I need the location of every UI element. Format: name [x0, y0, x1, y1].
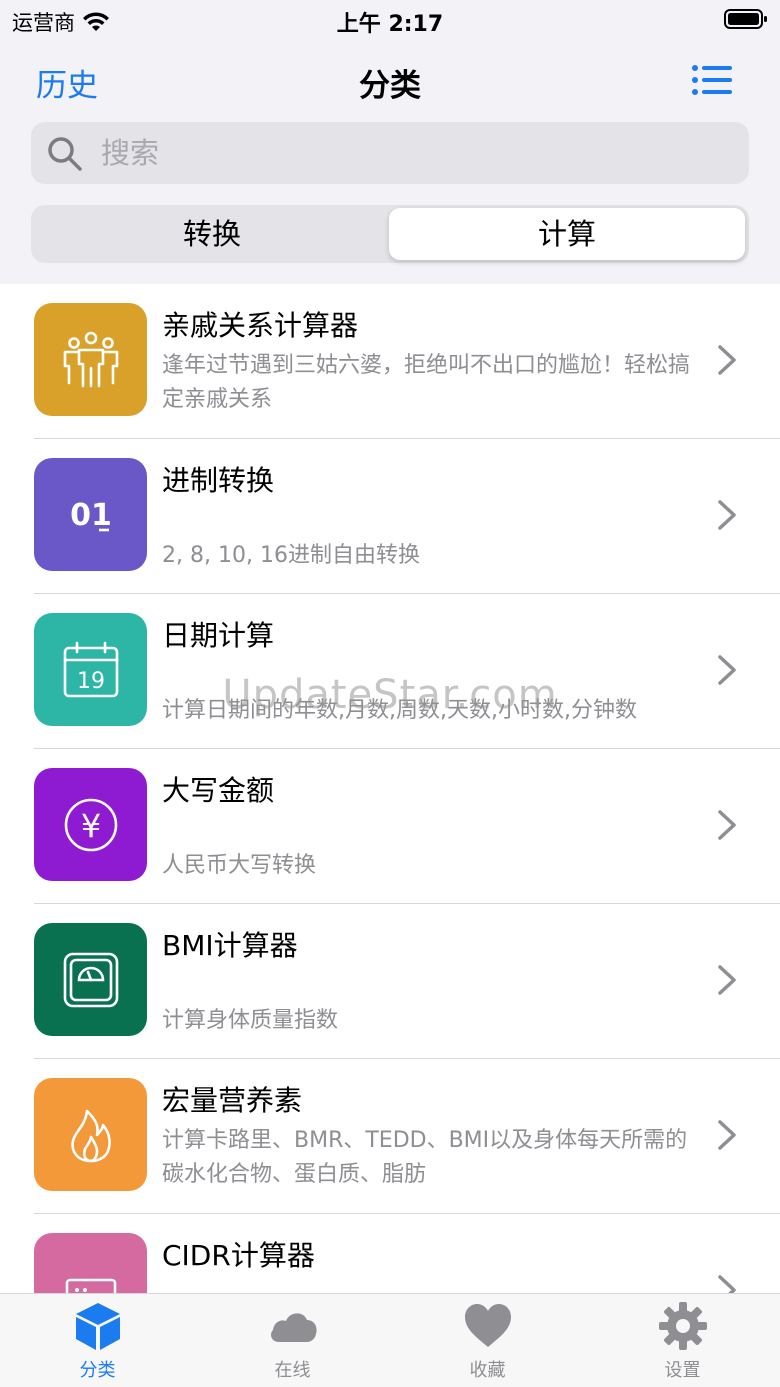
- page-title: 分类: [359, 68, 421, 104]
- list-menu-icon[interactable]: [692, 64, 732, 96]
- chevron-right-icon: [718, 345, 736, 375]
- yen-icon-text: ¥: [80, 807, 100, 845]
- tab-label: 设置: [664, 1360, 701, 1381]
- calendar-icon-text: 19: [77, 669, 105, 694]
- search-box[interactable]: [31, 122, 749, 184]
- flame-icon: [34, 1078, 147, 1191]
- binary-icon-text: 01: [70, 498, 112, 533]
- segment-convert[interactable]: 转换: [34, 208, 390, 260]
- item-title: 大写金额: [162, 774, 275, 807]
- item-description: 计算日期间的年数,月数,周数,天数,小时数,分钟数: [162, 698, 637, 723]
- item-title: CIDR计算器: [162, 1239, 315, 1272]
- search-icon: [48, 137, 82, 171]
- tab-label: 收藏: [469, 1360, 506, 1381]
- item-description: 逢年过节遇到三姑六婆，拒绝叫不出口的尴尬！轻松搞定亲戚关系: [162, 353, 691, 412]
- chevron-right-icon: [718, 1275, 736, 1293]
- tab-settings[interactable]: 设置: [585, 1294, 780, 1387]
- heart-icon: [465, 1304, 511, 1347]
- chevron-right-icon: [718, 810, 736, 840]
- tab-label: 分类: [79, 1360, 116, 1381]
- segmented-control: 转换 计算: [31, 205, 749, 263]
- item-title: 亲戚关系计算器: [162, 309, 359, 342]
- scale-icon: [34, 923, 147, 1036]
- binary-icon: 01: [34, 458, 147, 571]
- yen-icon: ¥: [34, 768, 147, 881]
- list-item[interactable]: CIDR计算器: [0, 1214, 780, 1293]
- chevron-right-icon: [718, 655, 736, 685]
- navigation-bar: 历史 分类: [0, 40, 780, 120]
- chevron-right-icon: [718, 1120, 736, 1150]
- item-description: 人民币大写转换: [162, 853, 317, 878]
- battery-icon: [724, 9, 767, 29]
- segment-area: 转换 计算: [0, 200, 780, 284]
- list-item[interactable]: BMI计算器 计算身体质量指数: [0, 904, 780, 1059]
- gear-icon: [659, 1302, 707, 1350]
- cloud-icon: [271, 1313, 317, 1342]
- tab-favorites[interactable]: 收藏: [390, 1294, 585, 1387]
- calendar-icon: 19: [34, 613, 147, 726]
- tab-online[interactable]: 在线: [195, 1294, 390, 1387]
- chevron-right-icon: [718, 965, 736, 995]
- item-description: 计算卡路里、BMR、TEDD、BMI以及身体每天所需的碳水化合物、蛋白质、脂肪: [162, 1128, 688, 1187]
- list-item[interactable]: 宏量营养素 计算卡路里、BMR、TEDD、BMI以及身体每天所需的碳水化合物、蛋…: [0, 1059, 780, 1214]
- list-item[interactable]: 19 日期计算 计算日期间的年数,月数,周数,天数,小时数,分钟数: [0, 594, 780, 749]
- chevron-right-icon: [718, 500, 736, 530]
- status-bar: 运营商 上午 2:17: [0, 0, 780, 40]
- item-description: 2, 8, 10, 16进制自由转换: [162, 543, 420, 568]
- tab-bar: 分类 在线 收藏 设置: [0, 1293, 780, 1387]
- item-title: 进制转换: [162, 464, 275, 497]
- list-item[interactable]: 亲戚关系计算器 逢年过节遇到三姑六婆，拒绝叫不出口的尴尬！轻松搞定亲戚关系: [0, 284, 780, 439]
- tab-category[interactable]: 分类: [0, 1294, 195, 1387]
- item-title: 宏量营养素: [162, 1084, 303, 1117]
- cube-icon: [76, 1303, 120, 1350]
- item-title: 日期计算: [162, 619, 275, 652]
- status-time: 上午 2:17: [336, 12, 444, 37]
- segment-calculate[interactable]: 计算: [389, 208, 745, 260]
- tab-label: 在线: [274, 1360, 311, 1381]
- network-icon: [34, 1233, 147, 1293]
- tool-list: 亲戚关系计算器 逢年过节遇到三姑六婆，拒绝叫不出口的尴尬！轻松搞定亲戚关系 01…: [0, 284, 780, 1293]
- item-description: 计算身体质量指数: [162, 1008, 339, 1033]
- list-item[interactable]: 01 进制转换 2, 8, 10, 16进制自由转换: [0, 439, 780, 594]
- search-input[interactable]: [101, 130, 721, 176]
- search-area: [0, 120, 780, 200]
- list-item[interactable]: ¥ 大写金额 人民币大写转换: [0, 749, 780, 904]
- item-title: BMI计算器: [162, 929, 298, 962]
- family-icon: [34, 303, 147, 416]
